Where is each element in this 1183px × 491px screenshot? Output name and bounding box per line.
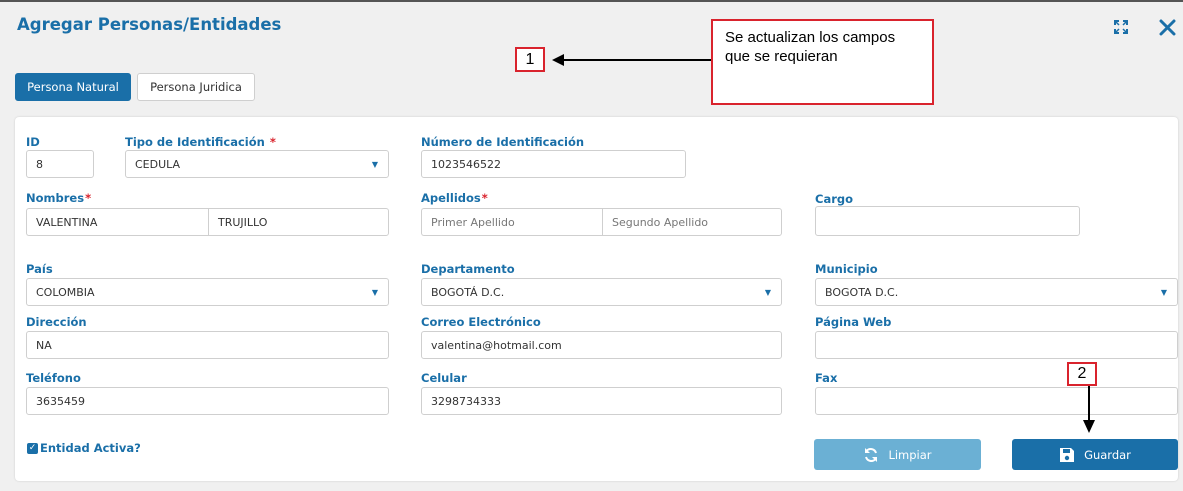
entidad-activa-label: Entidad Activa? [40, 441, 141, 455]
segundo-apellido-field[interactable]: Segundo Apellido [602, 208, 782, 236]
annotation-marker-2: 2 [1067, 362, 1097, 386]
window-title: Agregar Personas/Entidades [17, 15, 282, 34]
close-icon[interactable] [1155, 16, 1179, 38]
pais-select[interactable]: COLOMBIA [26, 278, 389, 306]
expand-icon[interactable] [1111, 16, 1131, 38]
tab-persona-natural[interactable]: Persona Natural [15, 73, 131, 101]
telefono-label: Teléfono [26, 371, 81, 385]
correo-field[interactable]: valentina@hotmail.com [421, 331, 782, 359]
municipio-value: BOGOTA D.C. [825, 285, 899, 299]
departamento-label: Departamento [421, 262, 515, 276]
tipo-identificacion-label: Tipo de Identificación * [125, 135, 276, 149]
cargo-label: Cargo [815, 192, 854, 206]
municipio-label: Municipio [815, 262, 878, 276]
telefono-field[interactable]: 3635459 [26, 387, 389, 415]
checkmark-icon: ✓ [27, 442, 38, 454]
pagina-web-label: Página Web [815, 315, 892, 329]
departamento-select[interactable]: BOGOTÁ D.C. [421, 278, 782, 306]
annotation-callout: Se actualizan los campos que se requiera… [711, 19, 934, 105]
fax-field[interactable] [815, 387, 1178, 415]
apellidos-label: Apellidos* [421, 191, 488, 205]
numero-identificacion-label: Número de Identificación [421, 135, 585, 149]
numero-identificacion-field[interactable]: 1023546522 [421, 150, 686, 178]
direccion-label: Dirección [26, 315, 87, 329]
segundo-nombre-field[interactable]: TRUJILLO [208, 208, 389, 236]
refresh-icon [863, 447, 879, 463]
primer-nombre-field[interactable]: VALENTINA [26, 208, 208, 236]
pais-value: COLOMBIA [36, 285, 95, 299]
primer-apellido-field[interactable]: Primer Apellido [421, 208, 602, 236]
cargo-field[interactable] [815, 206, 1080, 236]
entidad-activa-checkbox[interactable]: ✓ Entidad Activa? [27, 441, 141, 455]
id-label: ID [26, 135, 40, 149]
pais-label: País [26, 262, 53, 276]
guardar-button[interactable]: Guardar [1012, 439, 1178, 470]
nombres-label: Nombres* [26, 191, 92, 205]
top-border [0, 0, 1183, 2]
floppy-disk-icon [1059, 447, 1075, 463]
departamento-value: BOGOTÁ D.C. [431, 285, 505, 299]
tipo-identificacion-select[interactable]: CEDULA [125, 150, 389, 178]
annotation-marker-1: 1 [515, 47, 545, 72]
annotation-arrow-1 [552, 54, 712, 66]
tipo-identificacion-value: CEDULA [135, 157, 181, 171]
id-field[interactable]: 8 [26, 150, 94, 178]
celular-field[interactable]: 3298734333 [421, 387, 782, 415]
tab-persona-juridica[interactable]: Persona Juridica [137, 73, 255, 101]
annotation-arrow-2 [1083, 386, 1095, 433]
celular-label: Celular [421, 371, 467, 385]
limpiar-label: Limpiar [888, 447, 932, 462]
guardar-label: Guardar [1084, 447, 1131, 462]
limpiar-button[interactable]: Limpiar [814, 439, 981, 470]
pagina-web-field[interactable] [815, 331, 1178, 359]
correo-label: Correo Electrónico [421, 315, 541, 329]
municipio-select[interactable]: BOGOTA D.C. [815, 278, 1178, 306]
fax-label: Fax [815, 371, 838, 385]
direccion-field[interactable]: NA [26, 331, 389, 359]
